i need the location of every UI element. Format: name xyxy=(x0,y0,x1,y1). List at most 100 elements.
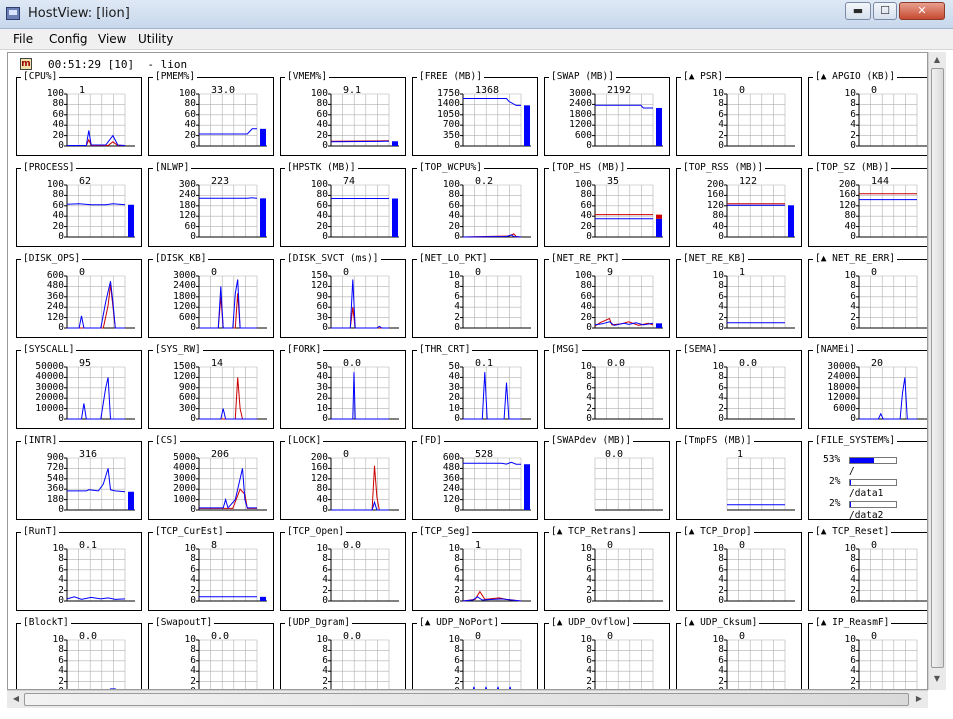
panel-vmem[interactable]: [VMEM%] 9.1 100 80 60 40 20 0 xyxy=(280,71,406,156)
panel-syscall[interactable]: [SYSCALL] 95 50000 40000 30000 20000 10000 0 xyxy=(16,344,142,429)
panel-top-hs-mb[interactable]: [TOP_HS (MB)] 35 100 80 60 40 20 0 xyxy=(544,162,670,247)
menu-file[interactable]: File xyxy=(13,32,33,46)
panel-chart xyxy=(460,639,522,689)
panel-disk-svct-ms[interactable]: [DISK_SVCT (ms)] 0 150 120 90 60 30 0 xyxy=(280,253,406,338)
close-button[interactable]: ✕ xyxy=(899,2,945,20)
panel-chart xyxy=(460,93,531,147)
panel-tcp-seg[interactable]: [TCP_Seg] 1 10 8 6 4 2 0 xyxy=(412,526,538,611)
series-primary-line xyxy=(331,372,389,420)
panel-chart xyxy=(856,548,927,602)
panel-chart xyxy=(460,184,531,238)
panel-runt[interactable]: [RunT] 0.1 10 8 6 4 2 0 xyxy=(16,526,142,611)
series-primary-line xyxy=(594,321,654,326)
series-primary-line xyxy=(66,203,126,206)
panel-chart xyxy=(328,457,399,511)
panel-disk-ops[interactable]: [DISK_OPS] 0 600 480 360 240 120 0 xyxy=(16,253,142,338)
panel-nlwp[interactable]: [NLWP] 223 300 240 180 120 60 0 xyxy=(148,162,274,247)
horizontal-scroll-thumb[interactable] xyxy=(24,693,909,706)
panel-fork[interactable]: [FORK] 0.0 50 40 30 20 10 0 xyxy=(280,344,406,429)
panel-fd[interactable]: [FD] 528 600 480 360 240 120 0 xyxy=(412,435,538,520)
panel-chart xyxy=(64,93,135,147)
panel-net-re-err[interactable]: [▲ NET_RE_ERR] 0 10 8 6 4 2 0 xyxy=(808,253,927,338)
panel-net-re-kb[interactable]: [NET_RE_KB] 1 10 8 6 4 2 0 xyxy=(676,253,802,338)
panel-udp-dgram[interactable]: [UDP_Dgram]0.01086420 xyxy=(280,617,406,689)
panel-chart xyxy=(328,93,399,147)
current-value-bar xyxy=(392,198,398,237)
panel-chart xyxy=(592,275,663,329)
maximize-button[interactable]: ☐ xyxy=(873,2,897,20)
panel-tcp-open[interactable]: [TCP_Open] 0.0 10 8 6 4 2 0 xyxy=(280,526,406,611)
series-primary-line xyxy=(331,500,389,511)
panel-net-lo-pkt[interactable]: [NET_LO_PKT] 0 10 8 6 4 2 0 xyxy=(412,253,538,338)
panel-swapoutt[interactable]: [SwapoutT]0.01086420 xyxy=(148,617,274,689)
panel-namei[interactable]: [NAMEi] 20 30000 24000 18000 12000 6000 0 xyxy=(808,344,927,429)
panel-udp-cksum[interactable]: [▲ UDP_Cksum]01086420 xyxy=(676,617,802,689)
panel-apgio-kb[interactable]: [▲ APGIO (KB)] 0 10 8 6 4 2 0 xyxy=(808,71,927,156)
panel-top-sz-mb[interactable]: [TOP_SZ (MB)] 144 200 160 120 80 40 0 xyxy=(808,162,927,247)
horizontal-scrollbar[interactable]: ◀ ▶ xyxy=(7,690,928,708)
panel-swap-mb[interactable]: [SWAP (MB)] 2192 3000 2400 1800 1200 600 0 xyxy=(544,71,670,156)
panel-chart xyxy=(856,639,918,689)
panel-tcp-curest[interactable]: [TCP_CurEst] 8 10 8 6 4 2 0 xyxy=(148,526,274,611)
panel-chart xyxy=(460,366,531,420)
panel-chart xyxy=(196,93,267,147)
app-icon xyxy=(6,7,20,20)
menu-view[interactable]: View xyxy=(98,32,126,46)
panel-ip-reasmf[interactable]: [▲ IP_ReasmF]01086420 xyxy=(808,617,927,689)
panel-chart xyxy=(724,366,795,420)
panel-top-rss-mb[interactable]: [TOP_RSS (MB)] 122 200 160 120 80 40 0 xyxy=(676,162,802,247)
panel-cpu[interactable]: [CPU%] 1 100 80 60 40 20 0 xyxy=(16,71,142,156)
panel-blockt[interactable]: [BlockT]0.01086420 xyxy=(16,617,142,689)
panel-tcp-drop[interactable]: [▲ TCP_Drop] 0 10 8 6 4 2 0 xyxy=(676,526,802,611)
panel-pmem[interactable]: [PMEM%] 33.0 100 80 60 40 20 0 xyxy=(148,71,274,156)
panel-sys-rw[interactable]: [SYS_RW] 14 1500 1200 900 600 300 0 xyxy=(148,344,274,429)
series-secondary-line xyxy=(199,293,257,329)
menu-utility[interactable]: Utility xyxy=(138,32,173,46)
scroll-left-icon[interactable]: ◀ xyxy=(8,694,24,703)
panel-udp-ovflow[interactable]: [▲ UDP_Ovflow]01086420 xyxy=(544,617,670,689)
panel-sema[interactable]: [SEMA] 0.0 10 8 6 4 2 0 xyxy=(676,344,802,429)
menu-config[interactable]: Config xyxy=(49,32,88,46)
scroll-down-icon[interactable]: ▼ xyxy=(929,674,945,683)
panel-chart xyxy=(328,184,399,238)
panel-lock[interactable]: [LOCK] 0 200 160 120 80 40 0 xyxy=(280,435,406,520)
current-value-bar xyxy=(524,105,530,146)
panel-thr-crt[interactable]: [THR_CRT] 0.1 50 40 30 20 10 0 xyxy=(412,344,538,429)
series-secondary-line xyxy=(331,465,389,511)
vertical-scrollbar[interactable]: ▲ ▼ xyxy=(928,52,946,690)
panel-tcp-retrans[interactable]: [▲ TCP_Retrans] 0 10 8 6 4 2 0 xyxy=(544,526,670,611)
panel-chart xyxy=(328,639,390,689)
panel-chart xyxy=(856,275,927,329)
panel-top-wcpu[interactable]: [TOP_WCPU%] 0.2 100 80 60 40 20 0 xyxy=(412,162,538,247)
panel-disk-kb[interactable]: [DISK_KB] 0 3000 2400 1800 1200 600 0 xyxy=(148,253,274,338)
panel-swapdev-mb[interactable]: [SWAPdev (MB)] 0.0 xyxy=(544,435,670,520)
panel-chart xyxy=(592,639,654,689)
series-primary-line xyxy=(199,408,257,420)
panel-msg[interactable]: [MSG] 0.0 10 8 6 4 2 0 xyxy=(544,344,670,429)
panel-udp-noport[interactable]: [▲ UDP_NoPort]01086420 xyxy=(412,617,538,689)
scroll-up-icon[interactable]: ▲ xyxy=(929,55,945,64)
vertical-scroll-thumb[interactable] xyxy=(931,68,944,668)
panel-cs[interactable]: [CS] 206 5000 4000 3000 2000 1000 0 xyxy=(148,435,274,520)
panel-chart xyxy=(592,93,663,147)
scroll-right-icon[interactable]: ▶ xyxy=(911,694,927,703)
panel-intr[interactable]: [INTR] 316 900 720 540 360 180 0 xyxy=(16,435,142,520)
status-icon[interactable]: m xyxy=(20,58,32,70)
panel-psr[interactable]: [▲ PSR] 0 10 8 6 4 2 0 xyxy=(676,71,802,156)
filesystem-percent: 53% xyxy=(823,454,841,465)
panel-tcp-reset[interactable]: [▲ TCP_Reset] 0 10 8 6 4 2 0 xyxy=(808,526,927,611)
panel-chart xyxy=(64,366,135,420)
panel-hpstk-mb[interactable]: [HPSTK (MB)] 74 100 80 60 40 20 0 xyxy=(280,162,406,247)
series-primary-line xyxy=(199,128,257,135)
monitor-area: m 00:51:29 [10] - lion [CPU%] 1 100 80 60 40 2… xyxy=(7,52,928,690)
panel-chart xyxy=(64,639,126,689)
panel-chart xyxy=(196,275,267,329)
minimize-button[interactable]: ▬ xyxy=(845,2,871,20)
panel-file-system[interactable]: [FILE_SYSTEM%] 53% / 2% /data1 2% /data2 xyxy=(808,435,927,521)
panel-chart xyxy=(196,457,267,511)
panel-chart xyxy=(592,548,663,602)
panel-free-mb[interactable]: [FREE (MB)] 1368 1750 1400 1050 700 350 0 xyxy=(412,71,538,156)
panel-net-re-pkt[interactable]: [NET_RE_PKT] 9 100 80 60 40 20 0 xyxy=(544,253,670,338)
panel-tmpfs-mb[interactable]: [TmpFS (MB)] 1 xyxy=(676,435,802,520)
panel-process[interactable]: [PROCESS] 62 100 80 60 40 20 0 xyxy=(16,162,142,247)
